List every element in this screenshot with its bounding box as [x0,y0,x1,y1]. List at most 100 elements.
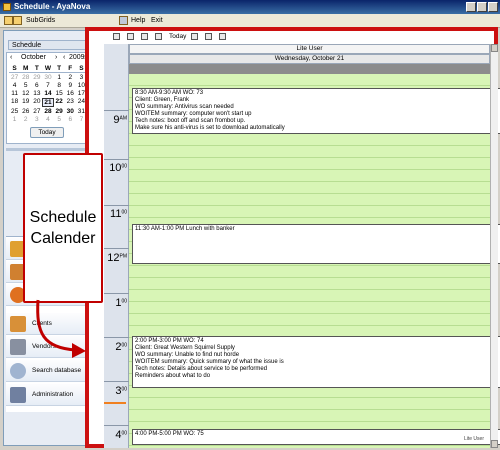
weekday-label: M [20,65,32,73]
calendar-day[interactable]: 5 [20,82,31,89]
appointment-wo74[interactable]: 2:00 PM-3:00 PM WO: 74 Client: Great West… [132,336,500,388]
calendar-day[interactable]: 26 [20,108,31,115]
calendar-day[interactable]: 6 [65,116,76,123]
calendar-day[interactable]: 6 [31,82,42,89]
appointment-line: 2:00 PM-3:00 PM WO: 74 [135,338,204,344]
hour-divider [104,159,129,160]
calendar-day[interactable]: 4 [9,82,20,89]
sub-folder-icon[interactable] [4,16,13,25]
hour-label: 100 [115,297,127,309]
appointment-line: Make sure his anti-virus is set to downl… [135,125,285,131]
menu-help[interactable]: Help [131,16,145,26]
calendar-year[interactable]: 2009 [69,54,85,61]
house-icon [10,316,26,332]
maximize-button[interactable] [477,2,487,12]
close-button[interactable] [488,2,498,12]
appointment-line: 11:30 AM-1:00 PM Lunch with banker [135,226,235,232]
hour-divider [104,293,129,294]
prev-year-icon[interactable]: ‹ [63,54,65,61]
appointment-line: WO summary: Antivirus scan needed [135,104,234,110]
tools-icon[interactable] [119,16,128,25]
calendar-day[interactable]: 13 [31,90,42,97]
calendar-day[interactable]: 27 [31,108,42,115]
panel-splitter[interactable] [6,148,88,151]
calendar-day[interactable]: 28 [42,108,53,115]
calendar-nav: ‹ October › ‹ 2009 › [7,54,89,64]
calendar-month[interactable]: October [21,54,46,61]
calendar-day[interactable]: 4 [42,116,53,123]
calendar-day[interactable]: 29 [31,74,42,81]
hour-label: 1000 [109,162,127,174]
calendar-day[interactable]: 30 [65,108,76,115]
calendar-day[interactable]: 19 [20,98,31,107]
title-bar: Schedule - AyaNova [0,0,500,14]
calendar-day[interactable]: 25 [9,108,20,115]
calendar-day[interactable]: 2 [65,74,76,81]
appointment-wo73[interactable]: 8:30 AM-9:30 AM WO: 73 Client: Green, Fra… [132,88,500,134]
calendar-grid: S M T W T F S 27 28 29 30 1 2 3 4 5 6 7 8 9 10 11 12 13 14 15 16 17… [9,65,87,123]
print-icon[interactable] [127,33,134,40]
calendar-day[interactable]: 20 [31,98,42,107]
all-day-band[interactable] [129,64,490,74]
next-month-icon[interactable]: › [55,54,57,61]
calendar-day[interactable]: 30 [42,74,53,81]
calendar-day[interactable]: 27 [9,74,20,81]
time-column: 9AM 1000 1100 12PM 100 200 300 400 [104,44,129,448]
calendar-day[interactable]: 18 [9,98,20,107]
zoom-icon[interactable] [155,33,162,40]
subgrids-icon[interactable] [13,16,22,25]
appointment-line: Reminders about what to do [135,373,211,379]
hour-label: 12PM [107,252,127,264]
menu-subgrids[interactable]: SubGrids [26,16,55,26]
calendar-day[interactable]: 9 [65,82,76,89]
calendar-day[interactable]: 14 [42,90,53,97]
appointment-lunch[interactable]: 11:30 AM-1:00 PM Lunch with banker [132,224,500,264]
calendar-day[interactable]: 3 [31,116,42,123]
calendar-day[interactable]: 21 [42,98,54,107]
calendar-day[interactable]: 1 [9,116,20,123]
weekday-label: W [42,65,54,73]
appointment-wo75[interactable]: 4:00 PM-5:00 PM WO: 75 [132,429,500,445]
week-view-icon[interactable] [205,33,212,40]
calendar-day[interactable]: 7 [42,82,53,89]
calendar-day[interactable]: 15 [54,90,65,97]
window-title: Schedule - AyaNova [14,2,91,11]
calendar-day[interactable]: 16 [65,90,76,97]
refresh-icon[interactable] [113,33,120,40]
callout-text: Schedule Calender [29,209,97,247]
appointment-line: 4:00 PM-5:00 PM WO: 75 [135,431,204,437]
appointment-line: Tech notes: Details about service to be … [135,366,268,372]
today-button[interactable]: Today [30,127,64,138]
calendar-day[interactable]: 1 [54,74,65,81]
hour-divider [104,205,129,206]
minimize-button[interactable] [466,2,476,12]
menu-exit[interactable]: Exit [151,16,163,26]
nav-item-administration[interactable]: Administration [6,384,88,406]
truck-icon [10,339,26,355]
nav-label-administration: Administration [32,391,74,398]
calendar-day[interactable]: 8 [54,82,65,89]
calendar-day[interactable]: 29 [54,108,65,115]
hour-label: 1100 [110,208,127,220]
calendar-day[interactable]: 5 [54,116,65,123]
scroll-down-icon[interactable] [491,440,498,448]
day-view-icon[interactable] [191,33,198,40]
schedule-grid[interactable]: 8:30 AM-9:30 AM WO: 73 Client: Green, Fra… [129,74,500,448]
hour-label: 9AM [113,114,127,126]
schedule-frame: Today 9AM 1000 1100 12PM 100 200 300 400… [85,27,500,448]
date-header: Wednesday, October 21 [129,54,490,64]
scroll-up-icon[interactable] [491,44,498,52]
toolbar-today[interactable]: Today [169,32,186,42]
prev-month-icon[interactable]: ‹ [10,54,12,61]
calendar-day[interactable]: 12 [20,90,31,97]
copy-icon[interactable] [141,33,148,40]
calendar-day[interactable]: 23 [65,98,76,107]
calendar-day[interactable]: 22 [54,98,65,107]
calendar-day[interactable]: 11 [9,90,20,97]
nav-label-search: Search database [32,367,82,374]
vertical-scrollbar[interactable] [490,44,498,448]
calendar-day[interactable]: 28 [20,74,31,81]
calendar-day[interactable]: 2 [20,116,31,123]
appointment-line: Client: Green, Frank [135,97,190,103]
month-view-icon[interactable] [219,33,226,40]
